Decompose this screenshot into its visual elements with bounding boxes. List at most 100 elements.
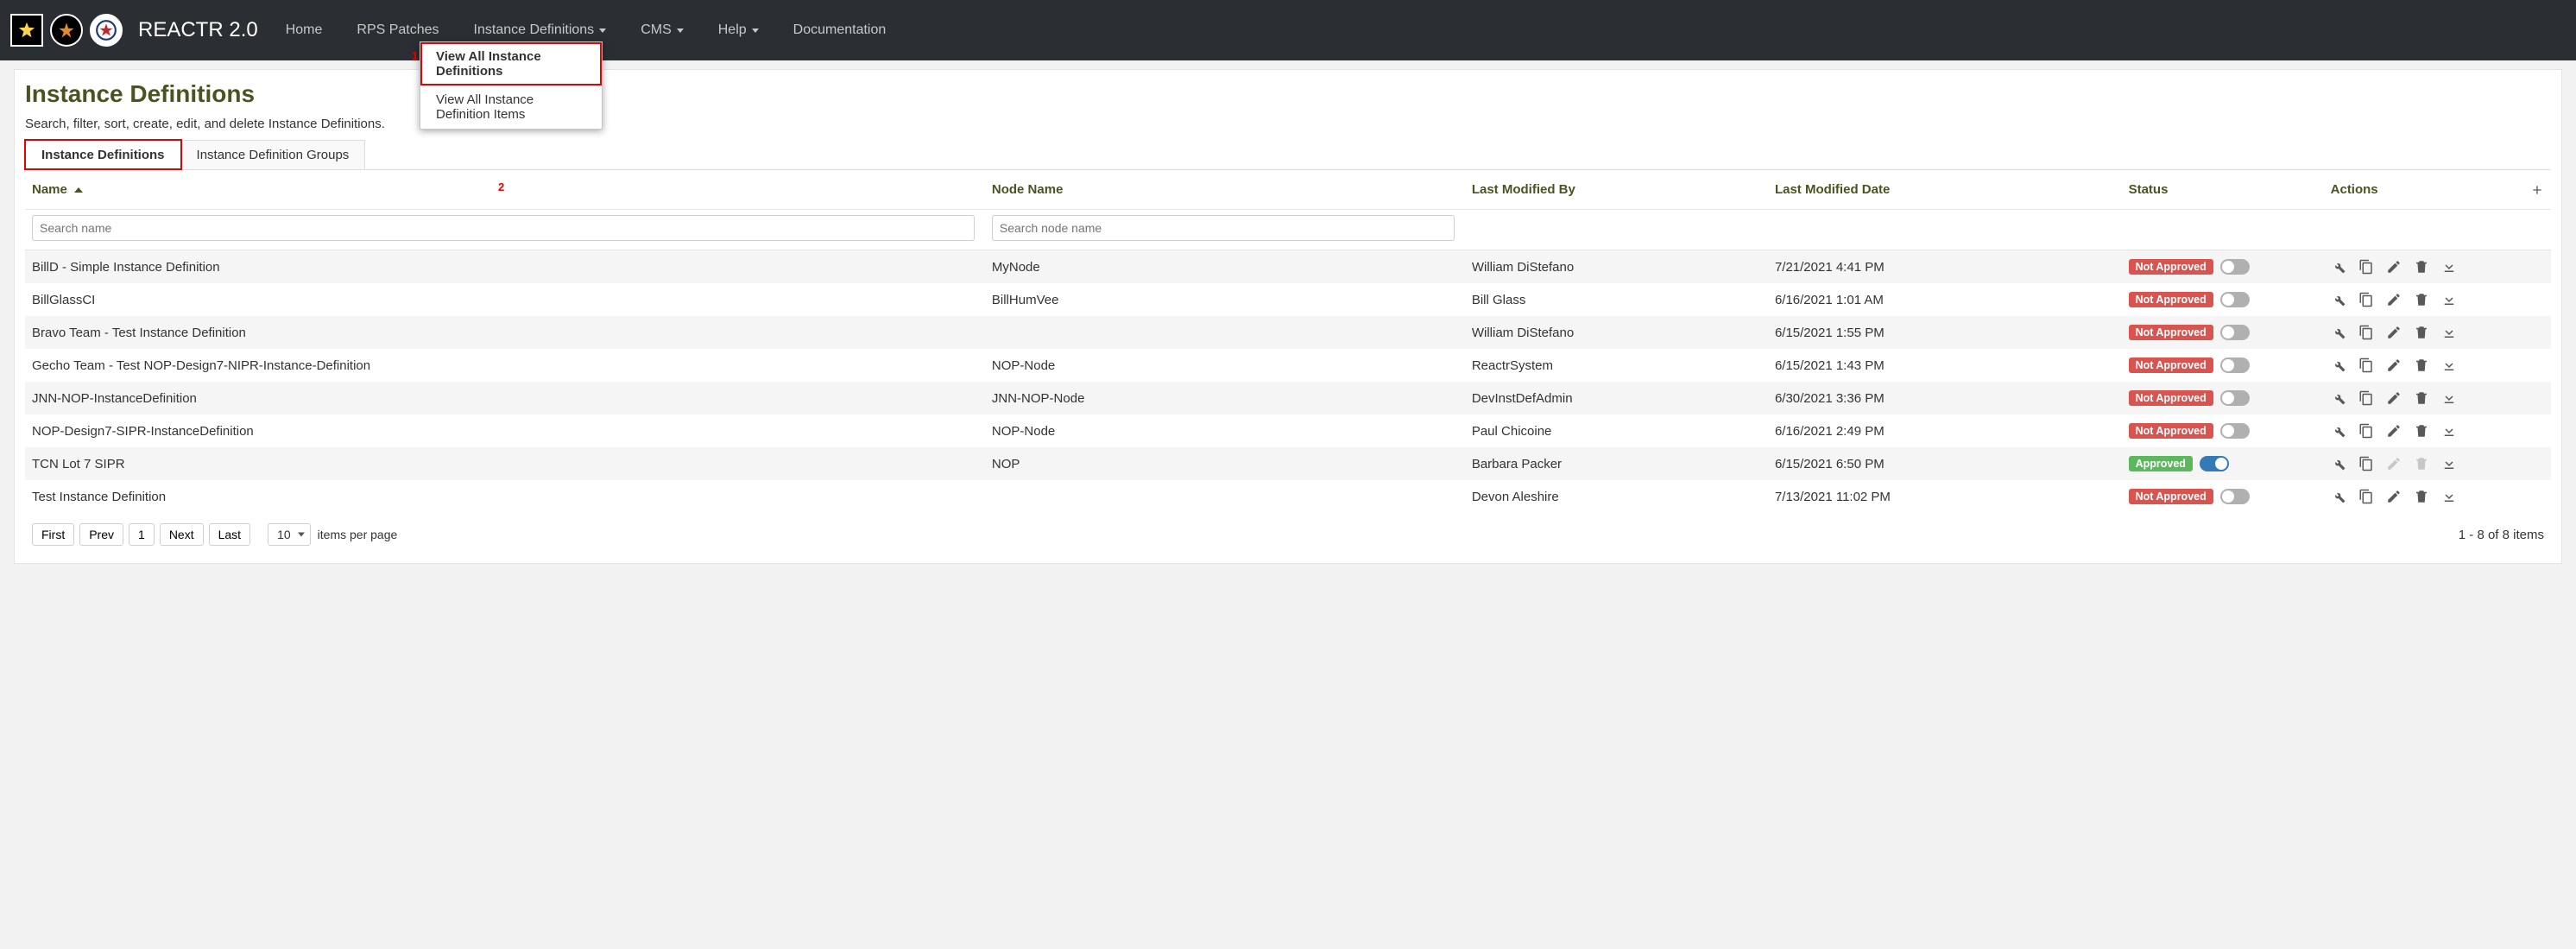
edit-icon[interactable]: [2386, 423, 2402, 439]
cell-modified-date: 6/16/2021 2:49 PM: [1768, 414, 2122, 447]
copy-icon[interactable]: [2358, 390, 2374, 406]
copy-icon[interactable]: [2358, 357, 2374, 373]
cell-actions: [2324, 283, 2551, 316]
cell-name[interactable]: TCN Lot 7 SIPR: [25, 447, 985, 480]
cell-modified-by: Bill Glass: [1465, 283, 1768, 316]
copy-icon[interactable]: [2358, 325, 2374, 340]
cell-node: BillHumVee: [985, 283, 1465, 316]
table-row: BillGlassCIBillHumVeeBill Glass6/16/2021…: [25, 283, 2551, 316]
copy-icon[interactable]: [2358, 423, 2374, 439]
filter-node-input[interactable]: [992, 215, 1455, 241]
cell-modified-by: Paul Chicoine: [1465, 414, 1768, 447]
wrench-icon[interactable]: [2331, 456, 2346, 471]
nav-cms[interactable]: CMS: [641, 22, 684, 38]
cell-name[interactable]: Test Instance Definition: [25, 480, 985, 513]
cell-name[interactable]: Bravo Team - Test Instance Definition: [25, 316, 985, 349]
nav-help[interactable]: Help: [718, 22, 759, 38]
cell-name[interactable]: BillGlassCI: [25, 283, 985, 316]
copy-icon[interactable]: [2358, 292, 2374, 307]
edit-icon[interactable]: [2386, 390, 2402, 406]
pager-next[interactable]: Next: [160, 523, 204, 546]
trash-icon[interactable]: [2414, 357, 2429, 373]
trash-icon[interactable]: [2414, 489, 2429, 504]
approve-toggle[interactable]: [2220, 325, 2250, 340]
download-icon[interactable]: [2441, 292, 2457, 307]
trash-icon[interactable]: [2414, 292, 2429, 307]
nav-home[interactable]: Home: [286, 22, 323, 38]
wrench-icon[interactable]: [2331, 292, 2346, 307]
trash-icon[interactable]: [2414, 390, 2429, 406]
download-icon[interactable]: [2441, 390, 2457, 406]
approve-toggle[interactable]: [2220, 423, 2250, 439]
column-header-status[interactable]: Status: [2122, 170, 2324, 210]
trash-icon[interactable]: [2414, 325, 2429, 340]
wrench-icon[interactable]: [2331, 423, 2346, 439]
table-row: JNN-NOP-InstanceDefinitionJNN-NOP-NodeDe…: [25, 382, 2551, 414]
column-header-name[interactable]: Name: [25, 170, 985, 210]
table-row: BillD - Simple Instance DefinitionMyNode…: [25, 250, 2551, 284]
download-icon[interactable]: [2441, 489, 2457, 504]
trash-icon[interactable]: [2414, 259, 2429, 275]
table-row: NOP-Design7-SIPR-InstanceDefinitionNOP-N…: [25, 414, 2551, 447]
dropdown-view-all-definition-items[interactable]: View All Instance Definition Items: [420, 85, 602, 129]
edit-icon[interactable]: [2386, 489, 2402, 504]
table-row: Bravo Team - Test Instance DefinitionWil…: [25, 316, 2551, 349]
download-icon[interactable]: [2441, 456, 2457, 471]
cell-modified-date: 6/16/2021 1:01 AM: [1768, 283, 2122, 316]
wrench-icon[interactable]: [2331, 390, 2346, 406]
pager-first[interactable]: First: [32, 523, 74, 546]
download-icon[interactable]: [2441, 357, 2457, 373]
plus-icon[interactable]: [2530, 183, 2544, 197]
approve-toggle[interactable]: [2200, 456, 2229, 471]
edit-icon[interactable]: [2386, 259, 2402, 275]
pager-last[interactable]: Last: [209, 523, 250, 546]
wrench-icon[interactable]: [2331, 357, 2346, 373]
nav-documentation[interactable]: Documentation: [793, 22, 887, 38]
approve-toggle[interactable]: [2220, 390, 2250, 406]
wrench-icon[interactable]: [2331, 259, 2346, 275]
cell-name[interactable]: Gecho Team - Test NOP-Design7-NIPR-Insta…: [25, 349, 985, 382]
copy-icon[interactable]: [2358, 489, 2374, 504]
filter-name-input[interactable]: [32, 215, 975, 241]
download-icon[interactable]: [2441, 325, 2457, 340]
copy-icon[interactable]: [2358, 259, 2374, 275]
wrench-icon[interactable]: [2331, 489, 2346, 504]
approve-toggle[interactable]: [2220, 357, 2250, 373]
column-header-modified-date[interactable]: Last Modified Date: [1768, 170, 2122, 210]
approve-toggle[interactable]: [2220, 489, 2250, 504]
navbar: REACTR 2.0 Home RPS Patches Instance Def…: [0, 0, 2576, 60]
column-header-modified-by[interactable]: Last Modified By: [1465, 170, 1768, 210]
nav-instance-definitions-label: Instance Definitions: [474, 22, 595, 38]
tab-instance-definitions[interactable]: Instance Definitions: [25, 140, 181, 169]
edit-icon[interactable]: [2386, 325, 2402, 340]
pager-prev[interactable]: Prev: [79, 523, 123, 546]
header-row: Name Node Name Last Modified By Last Mod…: [25, 170, 2551, 210]
download-icon[interactable]: [2441, 423, 2457, 439]
navbar-logos: [10, 14, 123, 47]
edit-icon[interactable]: [2386, 292, 2402, 307]
nav-instance-definitions[interactable]: Instance Definitions: [474, 22, 607, 38]
wrench-icon[interactable]: [2331, 325, 2346, 340]
cell-name[interactable]: NOP-Design7-SIPR-InstanceDefinition: [25, 414, 985, 447]
copy-icon[interactable]: [2358, 456, 2374, 471]
table-row: Test Instance DefinitionDevon Aleshire7/…: [25, 480, 2551, 513]
dropdown-view-all-definitions[interactable]: View All Instance Definitions: [420, 42, 602, 85]
instance-definitions-dropdown: View All Instance Definitions View All I…: [420, 41, 603, 130]
chevron-down-icon: [599, 28, 606, 33]
column-header-node[interactable]: Node Name: [985, 170, 1465, 210]
annotation-1: 1: [412, 49, 418, 62]
tab-instance-definition-groups[interactable]: Instance Definition Groups: [181, 140, 366, 169]
status-badge: Not Approved: [2129, 357, 2213, 373]
cell-modified-by: William DiStefano: [1465, 250, 1768, 284]
download-icon[interactable]: [2441, 259, 2457, 275]
cell-actions: [2324, 349, 2551, 382]
approve-toggle[interactable]: [2220, 292, 2250, 307]
items-per-page-select[interactable]: 10: [268, 523, 311, 546]
cell-name[interactable]: JNN-NOP-InstanceDefinition: [25, 382, 985, 414]
pager-page-1[interactable]: 1: [129, 523, 155, 546]
approve-toggle[interactable]: [2220, 259, 2250, 275]
edit-icon[interactable]: [2386, 357, 2402, 373]
cell-name[interactable]: BillD - Simple Instance Definition: [25, 250, 985, 284]
nav-rps-patches[interactable]: RPS Patches: [357, 22, 439, 38]
trash-icon[interactable]: [2414, 423, 2429, 439]
